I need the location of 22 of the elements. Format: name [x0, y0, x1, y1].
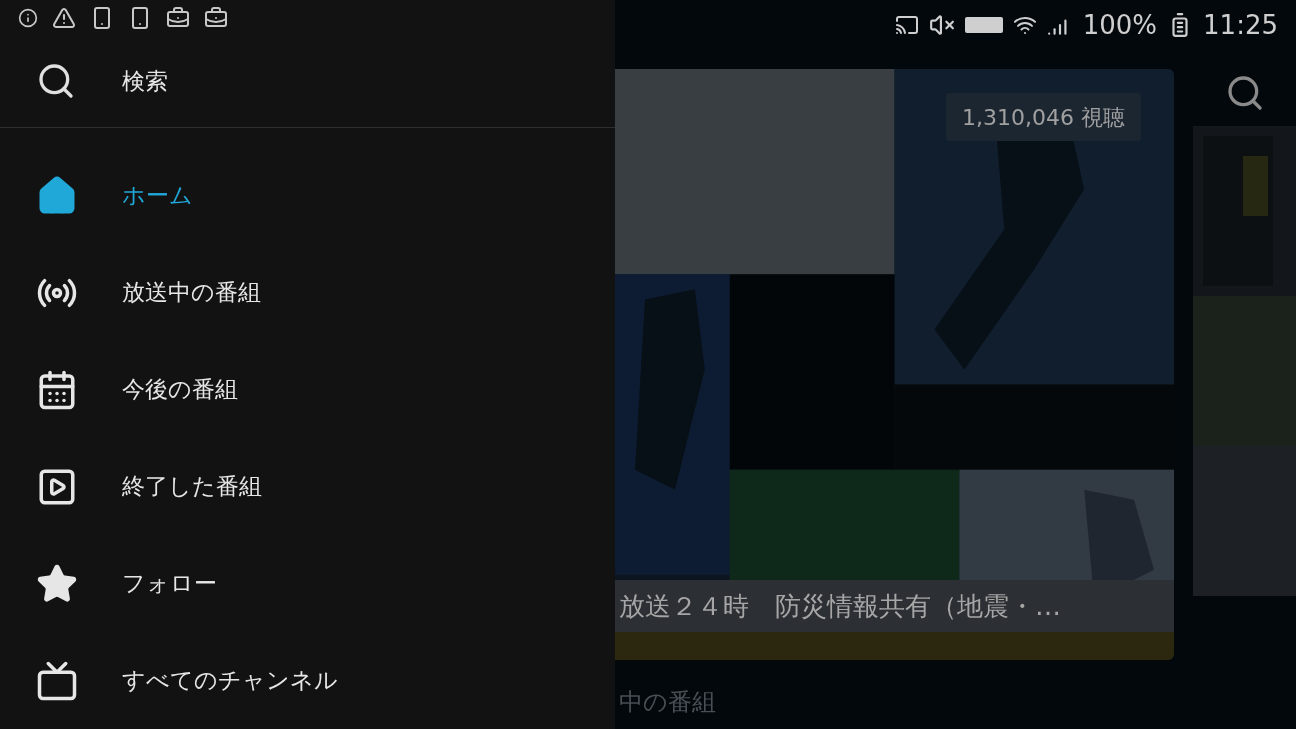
search-label: 検索 — [122, 67, 168, 97]
drawer-item[interactable]: 放送中の番組 — [0, 244, 615, 341]
drawer-item[interactable]: 終了した番組 — [0, 438, 615, 535]
briefcase-icon — [204, 5, 228, 30]
mute-icon — [928, 12, 955, 38]
home-icon — [36, 174, 78, 217]
section-heading: 中の番組 — [619, 687, 716, 718]
drawer-item[interactable]: フォロー — [0, 535, 615, 632]
viewer-count-badge: 1,310,046 視聴 — [946, 93, 1141, 141]
star-icon — [36, 562, 78, 605]
warning-icon — [52, 5, 76, 30]
drawer-item[interactable]: 今後の番組 — [0, 341, 615, 438]
clock: 11:25 — [1203, 8, 1278, 42]
calendar-icon — [36, 368, 78, 411]
drawer-item[interactable]: すべてのチャンネル — [0, 632, 615, 729]
card-title: 放送２４時 防災情報共有（地震・… — [619, 589, 1061, 623]
info-icon — [18, 7, 38, 28]
drawer-search[interactable]: 検索 — [0, 35, 615, 128]
channel-icon — [36, 659, 78, 702]
battery-percentage: 100% — [1082, 8, 1158, 42]
cast-icon — [894, 13, 919, 37]
briefcase-icon — [166, 5, 190, 30]
